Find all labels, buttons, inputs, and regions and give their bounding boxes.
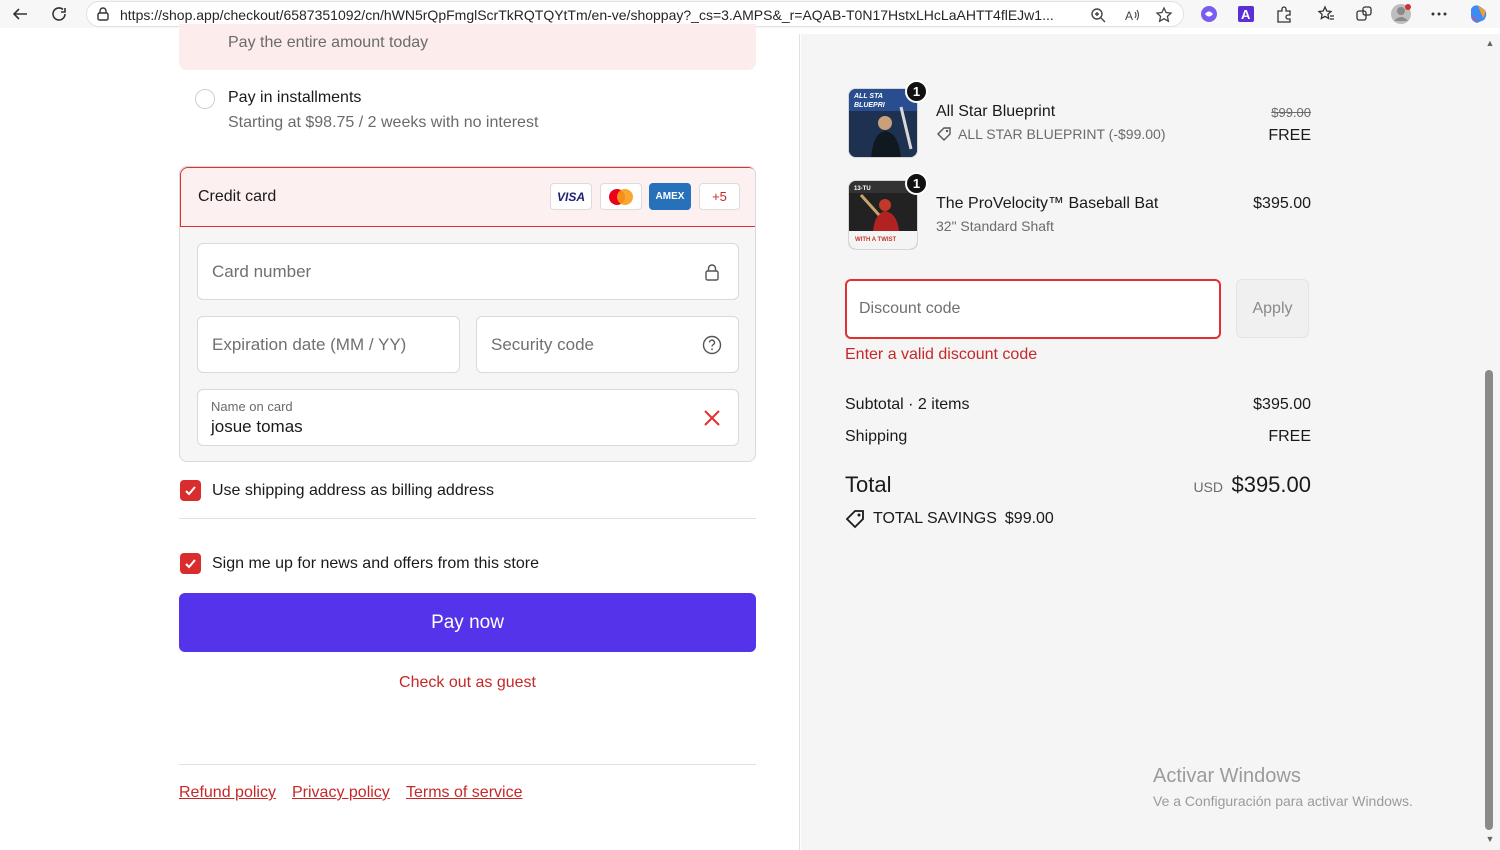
discount-placeholder: Discount code — [859, 300, 961, 317]
discount-code-input[interactable]: Discount code — [845, 279, 1221, 339]
more-menu-icon[interactable] — [1428, 3, 1450, 25]
name-on-card-value: josue tomas — [211, 417, 303, 436]
mastercard-icon — [600, 183, 642, 210]
scrollbar-thumb[interactable] — [1485, 370, 1493, 830]
expiration-date-field[interactable]: Expiration date (MM / YY) — [197, 316, 460, 373]
svg-text:A: A — [1125, 9, 1133, 23]
read-aloud-icon[interactable]: A — [1121, 4, 1143, 26]
newsletter-checkbox[interactable] — [180, 553, 201, 574]
more-brands-badge: +5 — [699, 183, 740, 210]
payment-section: Pay the entire amount today Pay in insta… — [4, 24, 800, 850]
subtotal-label: Subtotal · 2 items — [845, 396, 970, 413]
card-number-field[interactable]: Card number — [197, 243, 739, 300]
expiration-placeholder: Expiration date (MM / YY) — [212, 335, 407, 354]
shipping-value: FREE — [1268, 428, 1311, 445]
item-price: $395.00 — [1253, 195, 1311, 212]
divider — [179, 518, 756, 519]
newsletter-checkbox-label[interactable]: Sign me up for news and offers from this… — [212, 555, 539, 573]
favorites-icon[interactable] — [1315, 3, 1337, 25]
quantity-badge: 1 — [905, 80, 928, 103]
discount-error: Enter a valid discount code — [845, 346, 1038, 363]
security-code-field[interactable]: Security code — [476, 316, 739, 373]
clear-error-icon[interactable] — [701, 407, 723, 429]
total-currency: USD — [1193, 479, 1223, 495]
extension-a-icon[interactable]: A — [1235, 3, 1257, 25]
footer-divider — [179, 764, 756, 765]
security-code-placeholder: Security code — [491, 335, 594, 354]
quantity-badge: 1 — [905, 172, 928, 195]
amex-icon: AMEX — [649, 183, 691, 210]
copilot-icon[interactable] — [1467, 3, 1489, 25]
pay-now-button[interactable]: Pay now — [179, 593, 756, 652]
pay-full-label: Pay the entire amount today — [228, 34, 429, 51]
total-value: $395.00 — [1231, 472, 1311, 497]
billing-checkbox-label[interactable]: Use shipping address as billing address — [212, 482, 494, 500]
refund-policy-link[interactable]: Refund policy — [179, 784, 276, 802]
credit-card-label: Credit card — [198, 188, 277, 205]
back-icon[interactable] — [9, 3, 31, 25]
visa-icon: VISA — [550, 183, 592, 210]
checkout-page: Pay the entire amount today Pay in insta… — [4, 24, 1500, 850]
billing-checkbox[interactable] — [180, 480, 201, 501]
name-on-card-field[interactable]: Name on card josue tomas — [197, 389, 739, 446]
scroll-up-icon[interactable]: ▲ — [1485, 38, 1495, 48]
svg-text:A: A — [1241, 7, 1251, 22]
profile-avatar-icon[interactable] — [1390, 3, 1412, 25]
terms-of-service-link[interactable]: Terms of service — [406, 784, 522, 802]
privacy-policy-link[interactable]: Privacy policy — [292, 784, 390, 802]
scroll-down-icon[interactable]: ▼ — [1485, 834, 1495, 844]
item-variant: 32" Standard Shaft — [936, 218, 1054, 234]
item-name: All Star Blueprint — [936, 103, 1056, 120]
apply-discount-button[interactable]: Apply — [1236, 279, 1309, 338]
page-scrollbar[interactable]: ▲ ▼ — [1480, 34, 1500, 850]
savings-value: $99.00 — [1004, 510, 1054, 527]
copilot-extension-icon[interactable] — [1198, 3, 1220, 25]
installments-label[interactable]: Pay in installments — [228, 89, 361, 107]
total-label: Total — [845, 472, 892, 497]
extensions-puzzle-icon[interactable] — [1273, 3, 1295, 25]
installments-subtext: Starting at $98.75 / 2 weeks with no int… — [228, 114, 539, 131]
card-number-placeholder: Card number — [212, 262, 312, 281]
item-discount-text: ALL STAR BLUEPRINT (-$99.00) — [958, 126, 1166, 142]
svg-text:ALL STA: ALL STA — [853, 93, 883, 100]
credit-card-header[interactable]: Credit card VISA AMEX +5 — [180, 167, 755, 227]
lock-icon — [701, 261, 723, 283]
item-price: FREE — [1268, 127, 1311, 144]
credit-card-panel: Credit card VISA AMEX +5 Card number Exp… — [179, 166, 756, 462]
windows-activation-title: Activar Windows — [1153, 765, 1301, 787]
favorite-star-icon[interactable] — [1153, 4, 1175, 26]
checkout-guest-link[interactable]: Check out as guest — [179, 674, 756, 692]
help-icon[interactable] — [701, 334, 723, 356]
order-summary: ALL STA BLUEPRI 1 All Star Blueprint ALL… — [801, 34, 1483, 850]
subtotal-value: $395.00 — [1253, 396, 1311, 413]
savings-label: TOTAL SAVINGS — [873, 510, 997, 527]
installments-radio[interactable] — [195, 89, 215, 109]
name-on-card-label: Name on card — [211, 399, 293, 414]
svg-text:13-TU: 13-TU — [854, 186, 871, 192]
svg-text:BLUEPRI: BLUEPRI — [854, 102, 886, 109]
svg-text:WITH A TWIST: WITH A TWIST — [855, 237, 897, 243]
original-price: $99.00 — [1271, 105, 1311, 120]
total-savings: TOTAL SAVINGS $99.00 — [845, 509, 1054, 529]
tag-icon — [845, 510, 864, 529]
zoom-icon[interactable] — [1087, 4, 1109, 26]
reload-icon[interactable] — [48, 3, 70, 25]
shipping-label: Shipping — [845, 428, 908, 445]
url-text[interactable]: https://shop.app/checkout/6587351092/cn/… — [120, 7, 1080, 23]
collections-icon[interactable] — [1353, 3, 1375, 25]
lock-icon[interactable] — [95, 6, 111, 27]
windows-activation-subtitle: Ve a Configuración para activar Windows. — [1153, 793, 1413, 809]
item-name: The ProVelocity™ Baseball Bat — [936, 195, 1159, 212]
pay-full-option[interactable]: Pay the entire amount today — [179, 24, 756, 70]
item-discount: ALL STAR BLUEPRINT (-$99.00) — [936, 126, 1165, 142]
tag-icon — [937, 127, 951, 141]
